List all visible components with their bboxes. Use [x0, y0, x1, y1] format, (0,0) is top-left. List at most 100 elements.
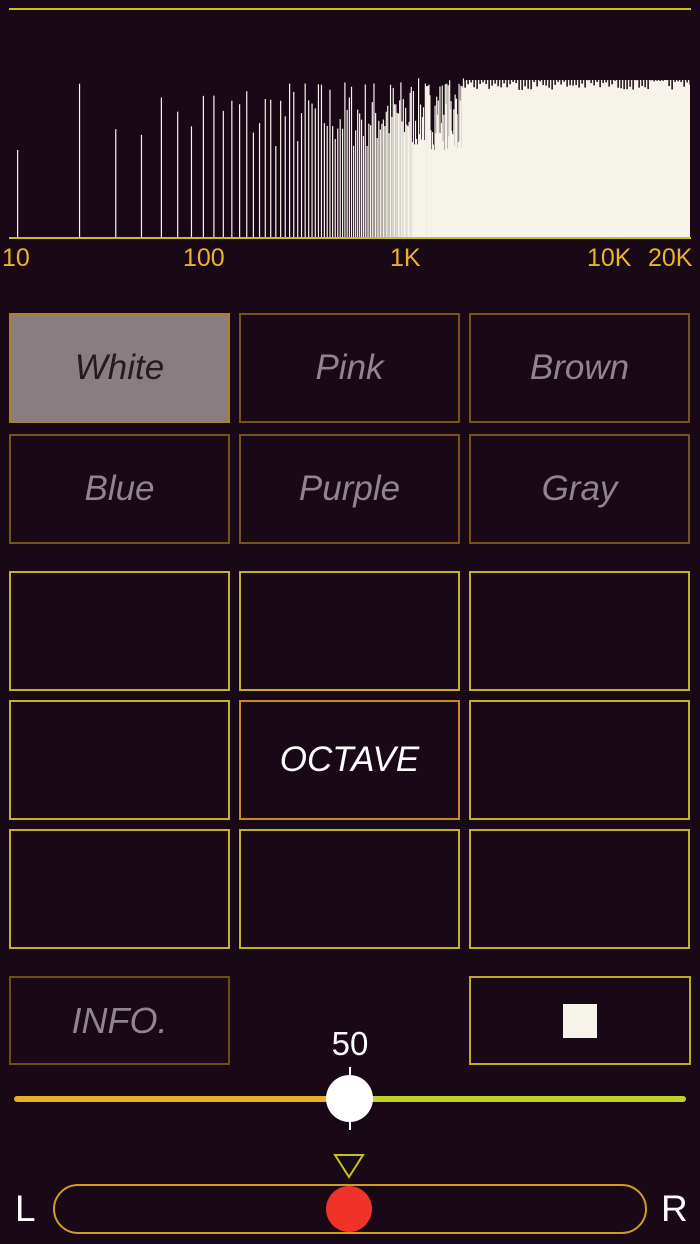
freq-label-10k: 10K [587, 244, 632, 272]
band-cell[interactable] [9, 829, 230, 949]
band-cell[interactable] [469, 700, 690, 820]
spectrum-edge [674, 78, 676, 82]
spectrum-edge [506, 78, 508, 88]
spectrum-edge [539, 78, 541, 82]
spectrum-edge [686, 78, 688, 83]
spectrum-edge [581, 78, 583, 84]
spectrum-edge [479, 78, 481, 84]
freq-label-1k: 1K [390, 244, 421, 272]
stop-button[interactable] [469, 976, 691, 1065]
balance-slider-knob[interactable] [326, 1186, 372, 1232]
spectrum-edge [476, 78, 478, 89]
spectrum-edge [683, 78, 685, 87]
spectrum-edge [590, 78, 592, 83]
spectrum-edge [575, 78, 577, 86]
spectrum-edge [464, 78, 466, 88]
spectrum-edge [554, 78, 556, 85]
spectrum-edge [584, 78, 586, 88]
band-cell[interactable] [9, 700, 230, 820]
spectrum-edge [593, 78, 595, 86]
spectrum-edge [515, 78, 517, 84]
volume-track-filled[interactable] [14, 1096, 350, 1102]
spectrum-edge [602, 78, 604, 83]
spectrum-edge [668, 78, 670, 87]
spectrum-edge [530, 78, 532, 90]
spectrum-edge [659, 78, 661, 82]
spectrum-edge [614, 78, 616, 81]
band-cell[interactable] [9, 571, 230, 691]
band-cell[interactable] [469, 571, 690, 691]
spectrum-edge [644, 78, 646, 88]
balance-center-marker-icon [333, 1154, 365, 1179]
volume-track-remaining[interactable] [350, 1096, 686, 1102]
info-label: INFO. [71, 999, 168, 1041]
spectrum-edge [599, 78, 601, 88]
spectrum-edge [512, 78, 514, 82]
spectrum-edge [533, 78, 535, 82]
spectrum-edge [524, 78, 526, 87]
spectrum-edge [635, 78, 637, 81]
spectrum-edge [572, 78, 574, 86]
noise-gray-label: Gray [541, 469, 618, 508]
spectrum-edge [521, 78, 523, 90]
spectrum-edge [491, 78, 493, 86]
spectrum-edge [650, 78, 652, 81]
spectrum-edge [500, 78, 502, 88]
noise-white-button[interactable]: White [9, 313, 230, 423]
volume-knob-tick [349, 1122, 351, 1130]
band-cell[interactable] [469, 829, 690, 949]
spectrum-display [9, 78, 691, 239]
spectrum-edge [467, 78, 469, 85]
spectrum-edge [662, 78, 664, 81]
spectrum-edge [527, 78, 529, 89]
spectrum-edge [551, 78, 553, 90]
spectrum-edge [569, 78, 571, 86]
spectrum-edge [518, 78, 520, 90]
spectrum-edge [596, 78, 598, 83]
spectrum-edge [545, 78, 547, 86]
spectrum-edge [680, 78, 682, 83]
spectrum-edge [557, 78, 559, 82]
spectrum-edge [563, 78, 565, 82]
octave-label: OCTAVE [279, 740, 420, 779]
band-cell[interactable] [239, 829, 460, 949]
band-cell[interactable] [239, 571, 460, 691]
noise-gray-button[interactable]: Gray [469, 434, 690, 544]
spectrum-edge [587, 78, 589, 81]
spectrum-edge [629, 78, 631, 87]
spectrum-edge [485, 78, 487, 85]
octave-button[interactable]: OCTAVE [239, 700, 460, 820]
spectrum-edge [482, 78, 484, 83]
noise-pink-button[interactable]: Pink [239, 313, 460, 423]
spectrum-edge [488, 78, 490, 89]
freq-label-10: 10 [2, 244, 30, 272]
spectrum-edge [689, 78, 691, 85]
spectrum-edge [566, 78, 568, 87]
spectrum-edge [617, 78, 619, 88]
volume-slider-knob[interactable] [326, 1075, 373, 1122]
balance-left-label: L [15, 1188, 36, 1229]
spectrum-edge [611, 78, 613, 85]
spectrum-edge [578, 78, 580, 88]
spectrum-edge [632, 78, 634, 90]
spectrum-edge [536, 78, 538, 87]
spectrum-edge [509, 78, 511, 85]
balance-right-label: R [661, 1188, 688, 1229]
spectrum-edge [542, 78, 544, 85]
spectrum-dense-region [464, 80, 690, 238]
spectrum-edge [623, 78, 625, 90]
noise-brown-label: Brown [529, 348, 630, 387]
noise-brown-button[interactable]: Brown [469, 313, 690, 423]
info-button[interactable]: INFO. [9, 976, 230, 1065]
spectrum-edge [671, 78, 673, 90]
spectrum-edge [605, 78, 607, 83]
spectrum-edge [473, 78, 475, 88]
spectrum-edge [608, 78, 610, 87]
spectrum-edge [470, 78, 472, 83]
noise-blue-button[interactable]: Blue [9, 434, 230, 544]
noise-purple-button[interactable]: Purple [239, 434, 460, 544]
spectrum-edge [677, 78, 679, 82]
freq-label-20k: 20K [648, 244, 693, 272]
spectrum-edge [560, 78, 562, 85]
spectrum-edge [638, 78, 640, 88]
